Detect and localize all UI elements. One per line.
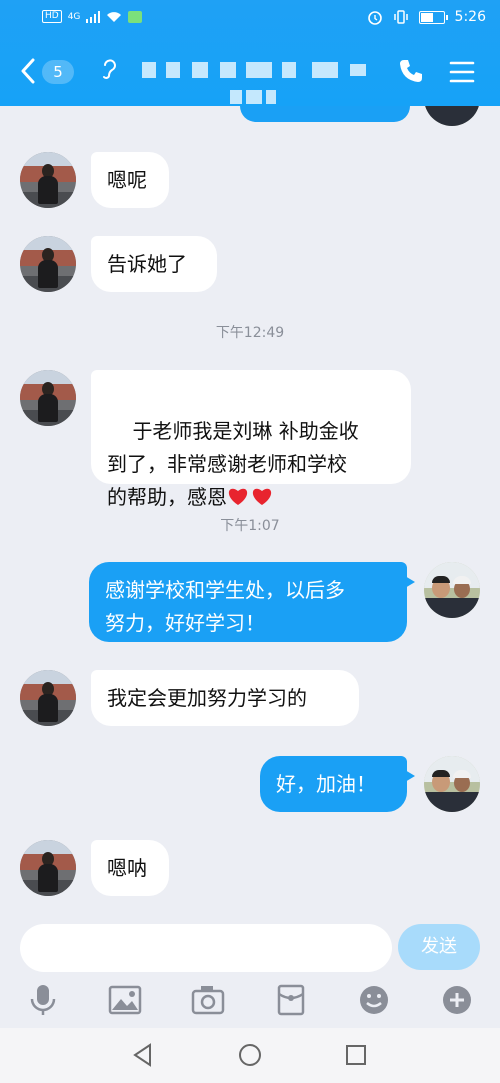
wifi-icon [107,11,122,22]
heart-icon [252,488,272,505]
status-bar: HD 4G 5:26 [0,0,500,36]
system-navigation-bar [0,1028,500,1083]
phone-call-icon[interactable] [398,58,424,84]
contact-avatar[interactable] [20,670,76,726]
outgoing-message[interactable]: 好，加油！ [260,756,415,812]
menu-icon[interactable] [449,60,475,84]
red-packet-icon[interactable] [274,984,308,1016]
contact-avatar[interactable] [20,236,76,292]
emoji-icon[interactable] [357,984,391,1016]
heart-icon [228,488,248,505]
timestamp: 下午12:49 [215,325,285,341]
incoming-message[interactable]: 于老师我是刘琳 补助金收 到了，非常感谢老师和学校 的帮助，感恩 [91,370,411,509]
image-icon[interactable] [108,984,142,1016]
earpiece-mode-icon[interactable] [102,58,116,80]
incoming-message[interactable]: 告诉她了 [91,236,217,292]
microphone-icon[interactable] [26,984,60,1016]
hearts-emoji [227,486,273,506]
send-button[interactable]: 发送 [398,924,480,970]
incoming-message[interactable]: 嗯呢 [91,152,169,208]
vibrate-icon [393,10,408,24]
plus-icon[interactable] [440,984,474,1016]
message-input[interactable] [20,924,392,972]
input-toolbar [0,980,500,1020]
contact-avatar[interactable] [20,840,76,896]
camera-icon[interactable] [191,984,225,1016]
incoming-message[interactable]: 嗯呐 [91,840,169,896]
app-notification-icon [128,10,143,23]
signal-icon [86,10,101,23]
back-button[interactable]: 5 [20,54,80,90]
alarm-icon [367,11,382,25]
incoming-message[interactable]: 我定会更加努力学习的 [91,670,359,726]
network-type: 4G [67,11,81,22]
chat-header: HD 4G 5:26 5 [0,0,500,106]
clock: 5:26 [454,9,486,25]
contact-avatar[interactable] [20,370,76,426]
timestamp: 下午1:07 [220,518,280,534]
chevron-left-icon [21,58,35,84]
contact-name-redacted [140,60,380,112]
outgoing-message[interactable]: 感谢学校和学生处，以后多 努力，好好学习！ [89,562,415,642]
nav-home-icon[interactable] [237,1042,263,1068]
unread-count-badge: 5 [42,60,74,84]
nav-back-icon[interactable] [130,1042,156,1068]
contact-avatar[interactable] [20,152,76,208]
nav-recents-icon[interactable] [343,1042,369,1068]
battery-icon [418,10,448,24]
previous-outgoing-bubble [240,106,410,122]
input-bar: 发送 [0,918,500,1028]
my-avatar[interactable] [424,756,480,812]
my-avatar[interactable] [424,562,480,618]
hd-indicator: HD [42,10,62,23]
